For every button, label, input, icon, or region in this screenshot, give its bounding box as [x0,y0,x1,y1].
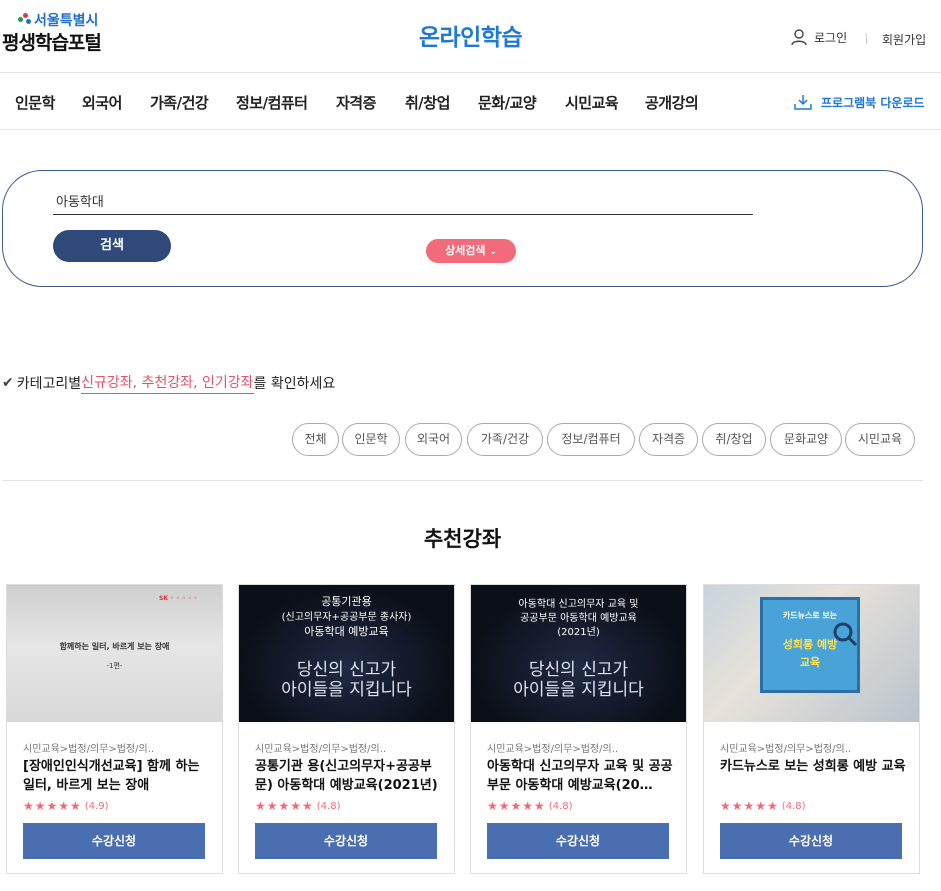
section-title: 추천강좌 [423,527,502,551]
star-rating-icon: ★★★★★ [23,799,82,813]
login-label: 로그인 [814,30,848,45]
category-message-suffix: 를 확인하세요 [253,376,336,392]
download-label: 프로그램북 다운로드 [821,95,925,110]
nav-item-certification[interactable]: 자격증 [336,92,376,113]
filter-citizen[interactable]: 시민교육 [845,423,915,456]
course-category: 시민교육>법정/의무>법정/의.. [720,744,852,755]
course-title[interactable]: 아동학대 신고의무자 교육 및 공공부문 아동학대 예방교육(20… [487,757,673,795]
course-card[interactable]: SK ◦ ◦ ◦ ◦ ◦ 함께하는 일터, 바르게 보는 장애 -1편- 시민교… [6,584,223,874]
course-rating: ★★★★★ (4.9) [23,799,109,813]
thumb-caption-1: 함께하는 일터, 바르게 보는 장애 [59,642,170,651]
nav-item-employment[interactable]: 취/창업 [405,92,450,113]
enroll-button[interactable]: 수강신청 [23,823,205,859]
filter-family-health[interactable]: 가족/건강 [467,423,543,456]
enroll-button[interactable]: 수강신청 [720,823,902,859]
magnifier-icon [833,622,858,647]
star-rating-icon: ★★★★★ [487,799,546,813]
course-card[interactable]: 아동학대 신고의무자 교육 및 공공부문 아동학대 예방교육 (2021년) 당… [470,584,687,874]
thumb-caption-3: 교육 [799,656,821,669]
filter-culture[interactable]: 문화교양 [770,423,842,456]
course-thumbnail[interactable]: 아동학대 신고의무자 교육 및 공공부문 아동학대 예방교육 (2021년) 당… [471,585,686,722]
star-rating-icon: ★★★★★ [720,799,779,813]
rating-value: (4.9) [84,800,109,812]
signup-link[interactable]: 회원가입 [882,31,926,48]
search-panel: 검색 상세검색 ⌄ [2,170,923,287]
sk-logo-icon: SK ◦ ◦ ◦ ◦ ◦ [159,595,198,602]
course-title[interactable]: 카드뉴스로 보는 성희롱 예방 교육 [720,757,906,795]
filter-it-computer[interactable]: 정보/컴퓨터 [547,423,635,456]
filter-certification[interactable]: 자격증 [639,423,698,456]
nav-item-citizen[interactable]: 시민교육 [565,92,619,113]
course-rating: ★★★★★ (4.8) [720,799,806,813]
nav-item-languages[interactable]: 외국어 [82,92,122,113]
thumb-caption-5: 아이들을 지킵니다 [281,680,412,700]
course-category: 시민교육>법정/의무>법정/의.. [487,744,619,755]
course-card[interactable]: 카드뉴스로 보는 성희롱 예방 교육 시민교육>법정/의무>법정/의.. 카드뉴… [703,584,920,874]
course-thumbnail[interactable]: 공통기관용 (신고의무자+공공부문 종사자) 아동학대 예방교육 당신의 신고가… [239,585,454,722]
filter-employment[interactable]: 취/창업 [702,423,766,456]
course-rating: ★★★★★ (4.8) [487,799,573,813]
site-header: 서울특별시 평생학습포털 온라인학습 로그인 회원가입 [0,0,941,72]
course-card[interactable]: 공통기관용 (신고의무자+공공부문 종사자) 아동학대 예방교육 당신의 신고가… [238,584,455,874]
thumb-caption-5: 아이들을 지킵니다 [513,680,644,700]
thumb-caption-1: 공통기관용 [321,595,372,608]
download-icon [794,95,812,110]
user-icon [791,29,807,46]
nav-item-it-computer[interactable]: 정보/컴퓨터 [236,92,308,113]
thumb-caption-1: 카드뉴스로 보는 [782,611,838,620]
main-nav: 인문학 외국어 가족/건강 정보/컴퓨터 자격증 취/창업 문화/교양 시민교육… [0,72,941,130]
enroll-button[interactable]: 수강신청 [487,823,669,859]
thumb-caption-2: 공공부문 아동학대 예방교육 [520,613,637,624]
chevron-down-icon: ⌄ [489,247,497,257]
thumb-caption-1: 아동학대 신고의무자 교육 및 [518,599,639,610]
rating-value: (4.8) [781,800,806,812]
category-message-prefix: 카테고리별 [16,376,82,392]
nav-item-family-health[interactable]: 가족/건강 [150,92,209,113]
course-thumbnail[interactable]: SK ◦ ◦ ◦ ◦ ◦ 함께하는 일터, 바르게 보는 장애 -1편- [7,585,222,722]
program-book-download-link[interactable]: 프로그램북 다운로드 [793,93,925,111]
login-link[interactable]: 로그인 [790,28,847,46]
rating-value: (4.8) [548,800,573,812]
thumb-caption-2: (신고의무자+공공부문 종사자) [281,612,412,623]
thumb-caption-3: (2021년) [557,627,600,638]
advanced-search-label: 상세검색 [445,244,486,257]
course-title[interactable]: 공통기관 용(신고의무자+공공부문) 아동학대 예방교육(2021년) [255,757,441,795]
search-input[interactable] [53,187,753,215]
thumb-caption-2: -1편- [106,662,123,670]
enroll-button[interactable]: 수강신청 [255,823,437,859]
rating-value: (4.8) [316,800,341,812]
filter-humanities[interactable]: 인문학 [342,423,400,456]
star-rating-icon: ★★★★★ [255,799,314,813]
course-rating: ★★★★★ (4.8) [255,799,341,813]
category-message-highlight: 신규강좌, 추천강좌, 인기강좌 [81,372,254,394]
filter-languages[interactable]: 외국어 [405,423,462,456]
header-divider [866,33,867,44]
filter-all[interactable]: 전체 [292,423,339,456]
course-title[interactable]: [장애인인식개선교육] 함께 하는 일터, 바르게 보는 장애 [23,757,209,795]
section-divider [2,480,923,481]
category-message: ✔ 카테고리별 신규강좌, 추천강좌, 인기강좌 를 확인하세요 [2,372,335,394]
nav-item-culture[interactable]: 문화/교양 [478,92,537,113]
check-icon: ✔ [2,375,14,391]
course-thumbnail[interactable]: 카드뉴스로 보는 성희롱 예방 교육 [704,585,919,722]
search-button[interactable]: 검색 [53,230,171,262]
course-category: 시민교육>법정/의무>법정/의.. [255,744,387,755]
nav-item-open-lecture[interactable]: 공개강의 [645,92,699,113]
advanced-search-button[interactable]: 상세검색 ⌄ [426,239,516,263]
nav-item-humanities[interactable]: 인문학 [15,92,55,113]
thumb-caption-3: 아동학대 예방교육 [304,625,389,638]
course-category: 시민교육>법정/의무>법정/의.. [23,744,155,755]
